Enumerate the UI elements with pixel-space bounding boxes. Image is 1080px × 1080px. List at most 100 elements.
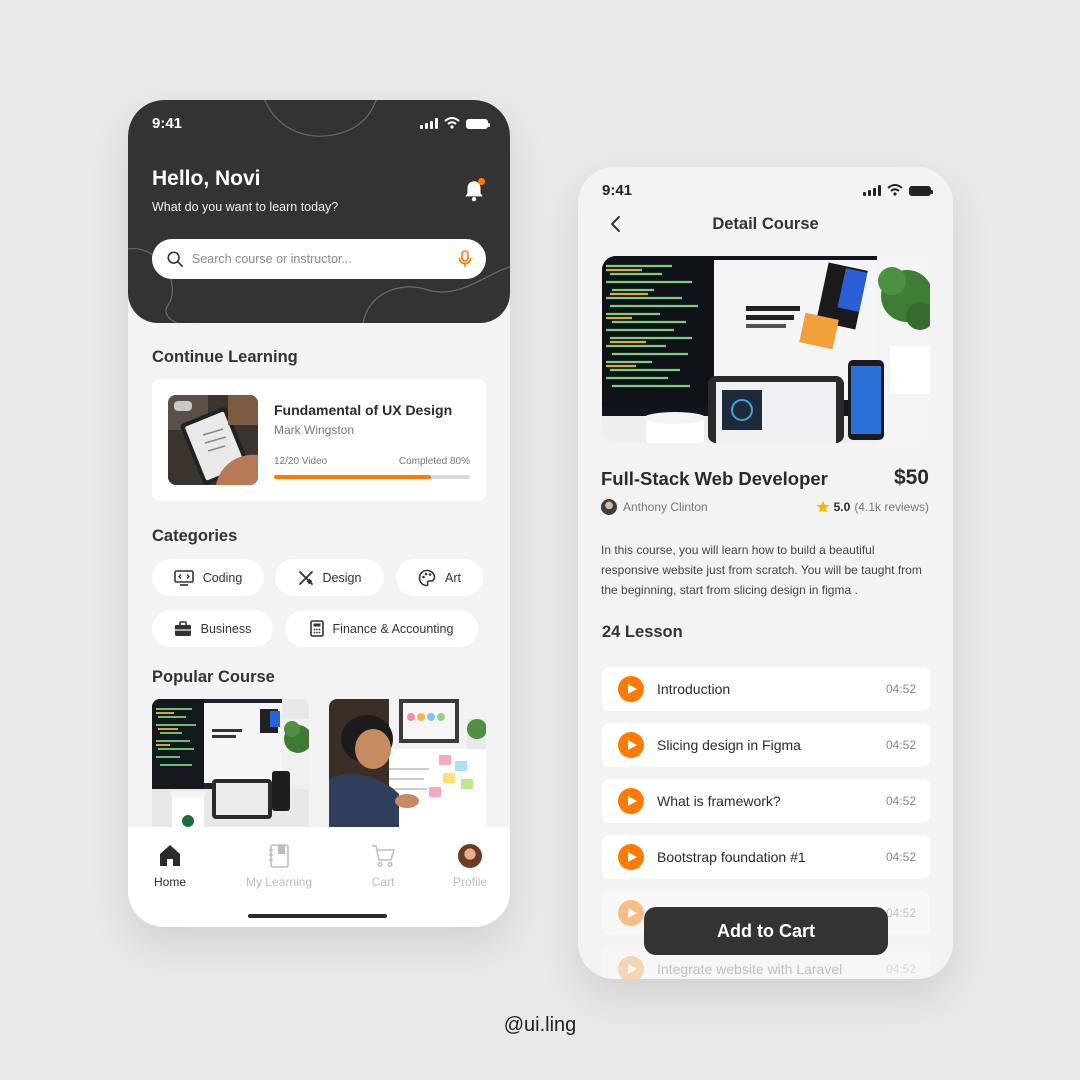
play-icon[interactable] xyxy=(618,844,644,870)
nav-cart[interactable]: Cart xyxy=(343,843,423,889)
battery-icon xyxy=(466,119,490,129)
lesson-duration: 04:52 xyxy=(885,850,916,864)
bottom-navigation: Home My Learning Cart Profile xyxy=(128,827,510,927)
battery-icon xyxy=(909,186,933,196)
lesson-duration: 04:52 xyxy=(885,682,916,696)
status-bar: 9:41 xyxy=(128,100,510,148)
search-input[interactable] xyxy=(192,252,458,266)
nav-my-learning[interactable]: My Learning xyxy=(239,843,319,889)
course-author: Mark Wingston xyxy=(274,423,355,437)
category-label: Business xyxy=(200,621,252,636)
watermark: @ui.ling xyxy=(503,1014,577,1036)
home-header: 9:41 Hello, Novi What do you want to lea… xyxy=(128,100,510,323)
continue-course-card[interactable]: Fundamental of UX Design Mark Wingston 1… xyxy=(152,379,486,501)
course-description: In this course, you will learn how to bu… xyxy=(601,543,922,597)
detail-screen: 9:41 Detail Course Full-Stack Web Develo… xyxy=(578,167,953,979)
lesson-title: Slicing design in Figma xyxy=(657,737,801,753)
notification-dot xyxy=(478,178,485,185)
category-chip-art[interactable]: Art xyxy=(396,559,483,596)
play-icon[interactable] xyxy=(618,732,644,758)
status-time: 9:41 xyxy=(152,115,183,132)
lesson-item[interactable]: What is framework? 04:52 xyxy=(602,779,930,823)
progress-bar-fill xyxy=(274,475,431,479)
course-image xyxy=(152,699,309,829)
instructor-name: Anthony Clinton xyxy=(623,500,708,514)
course-title: Fundamental of UX Design xyxy=(274,402,453,418)
search-icon xyxy=(167,251,184,268)
calculator-icon xyxy=(309,620,324,637)
instructor-avatar xyxy=(601,499,617,515)
popular-course-card[interactable] xyxy=(329,699,486,829)
category-label: Art xyxy=(445,570,461,585)
nav-home[interactable]: Home xyxy=(130,843,210,889)
search-bar[interactable] xyxy=(152,239,486,279)
categories-title: Categories xyxy=(152,527,238,545)
status-icons xyxy=(420,117,490,129)
play-icon[interactable] xyxy=(618,956,644,979)
avatar xyxy=(458,844,482,868)
briefcase-icon xyxy=(174,620,191,636)
status-bar: 9:41 xyxy=(578,167,953,215)
lesson-duration: 04:52 xyxy=(885,738,916,752)
rating-count: (4.1k reviews) xyxy=(854,500,929,514)
design-tools-icon xyxy=(298,570,313,585)
nav-label: Cart xyxy=(371,875,395,889)
completion-text: Completed 80% xyxy=(398,456,470,467)
rating: 5.0 (4.1k reviews) xyxy=(816,500,929,514)
lesson-title: Bootstrap foundation #1 xyxy=(657,849,806,865)
course-price: $50 xyxy=(893,466,929,489)
course-image xyxy=(329,699,486,829)
lesson-item[interactable]: Bootstrap foundation #1 04:52 xyxy=(602,835,930,879)
home-screen: 9:41 Hello, Novi What do you want to lea… xyxy=(128,100,510,927)
category-label: Design xyxy=(322,570,362,585)
microphone-icon[interactable] xyxy=(458,250,472,268)
palette-icon xyxy=(418,569,436,586)
status-icons xyxy=(863,184,933,196)
lesson-duration: 04:52 xyxy=(885,962,916,976)
category-chip-business[interactable]: Business xyxy=(152,610,273,647)
instructor[interactable]: Anthony Clinton xyxy=(601,499,708,515)
progress-bar xyxy=(274,475,470,479)
continue-learning-title: Continue Learning xyxy=(152,348,298,366)
lesson-title: What is framework? xyxy=(657,793,781,809)
code-monitor-icon xyxy=(173,569,194,586)
lesson-count: 24 Lesson xyxy=(602,623,683,641)
lesson-duration: 04:52 xyxy=(885,794,916,808)
category-chip-coding[interactable]: Coding xyxy=(152,559,264,596)
lesson-title: Integrate website with Laravel xyxy=(657,961,843,977)
signal-icon xyxy=(420,118,438,129)
wifi-icon xyxy=(444,117,460,129)
category-label: Coding xyxy=(202,570,243,585)
category-chip-design[interactable]: Design xyxy=(275,559,384,596)
lesson-item[interactable]: Slicing design in Figma 04:52 xyxy=(602,723,930,767)
category-label: Finance & Accounting xyxy=(332,621,454,636)
page-title: Detail Course xyxy=(712,215,819,233)
rating-value: 5.0 xyxy=(833,500,851,514)
nav-profile[interactable]: Profile xyxy=(430,843,510,889)
nav-label: Home xyxy=(153,875,186,889)
lesson-item[interactable]: Introduction 04:52 xyxy=(602,667,930,711)
star-icon xyxy=(816,500,829,513)
status-time: 9:41 xyxy=(602,182,633,199)
cart-icon xyxy=(372,845,395,868)
home-icon xyxy=(160,845,180,866)
nav-label: Profile xyxy=(452,875,487,889)
add-to-cart-button[interactable]: Add to Cart xyxy=(644,907,888,955)
course-name: Full-Stack Web Developer xyxy=(601,468,828,489)
course-thumbnail xyxy=(168,395,258,485)
play-icon[interactable] xyxy=(618,788,644,814)
home-indicator xyxy=(248,914,387,918)
play-icon[interactable] xyxy=(618,676,644,702)
greeting: Hello, Novi xyxy=(152,167,261,190)
popular-course-title: Popular Course xyxy=(152,668,275,686)
play-icon[interactable] xyxy=(618,900,644,926)
video-progress-text: 12/20 Video xyxy=(274,456,328,467)
lesson-title: Introduction xyxy=(657,681,731,697)
popular-course-card[interactable] xyxy=(152,699,309,829)
notebook-icon xyxy=(269,844,289,868)
nav-label: My Learning xyxy=(245,875,313,889)
signal-icon xyxy=(863,185,881,196)
category-chip-finance[interactable]: Finance & Accounting xyxy=(285,610,478,647)
course-hero-image xyxy=(602,256,930,443)
wifi-icon xyxy=(887,184,903,196)
